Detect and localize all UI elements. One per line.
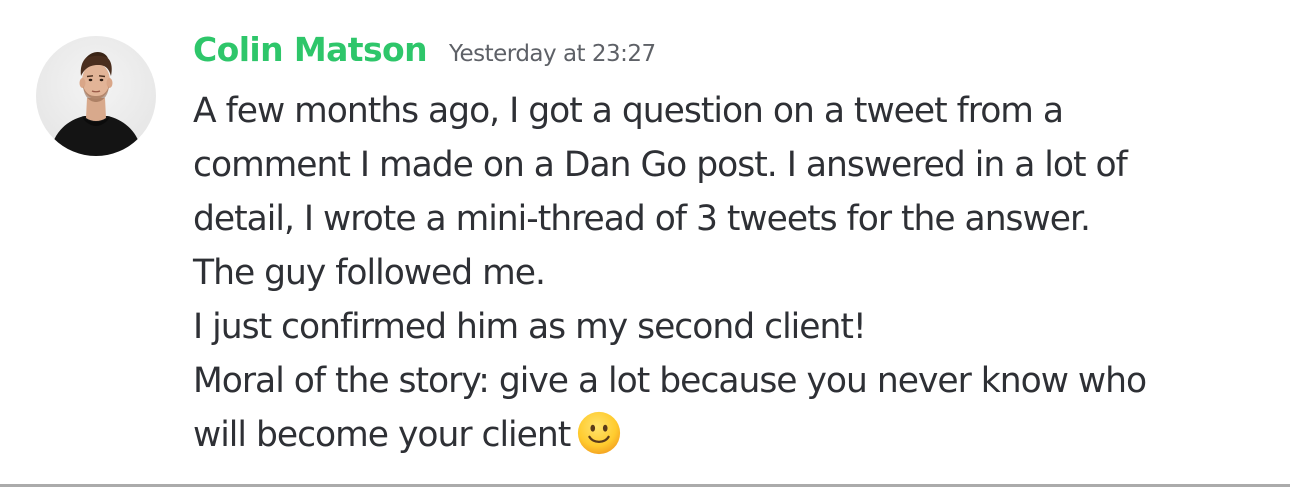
slightly-smiling-face-icon[interactable] <box>576 410 622 456</box>
message-line: detail, I wrote a mini-thread of 3 tweet… <box>193 199 1091 239</box>
chat-message: Colin Matson Yesterday at 23:27 A few mon… <box>0 0 1290 487</box>
message-line: I just confirmed him as my second client… <box>193 307 867 347</box>
message-timestamp[interactable]: Yesterday at 23:27 <box>449 41 656 67</box>
message-content: A few months ago, I got a question on a … <box>193 84 1278 462</box>
author-avatar[interactable] <box>36 36 156 156</box>
message-line: The guy followed me. <box>193 253 546 293</box>
author-name[interactable]: Colin Matson <box>193 30 428 69</box>
message-line-last: will become your client <box>193 408 1278 462</box>
message-line: A few months ago, I got a question on a … <box>193 91 1064 131</box>
message-line: comment I made on a Dan Go post. I answe… <box>193 145 1128 185</box>
message-line: Moral of the story: give a lot because y… <box>193 361 1147 401</box>
avatar-photo-icon <box>36 36 156 156</box>
message-header: Colin Matson Yesterday at 23:27 <box>193 30 656 76</box>
message-line-text: will become your client <box>193 415 571 455</box>
